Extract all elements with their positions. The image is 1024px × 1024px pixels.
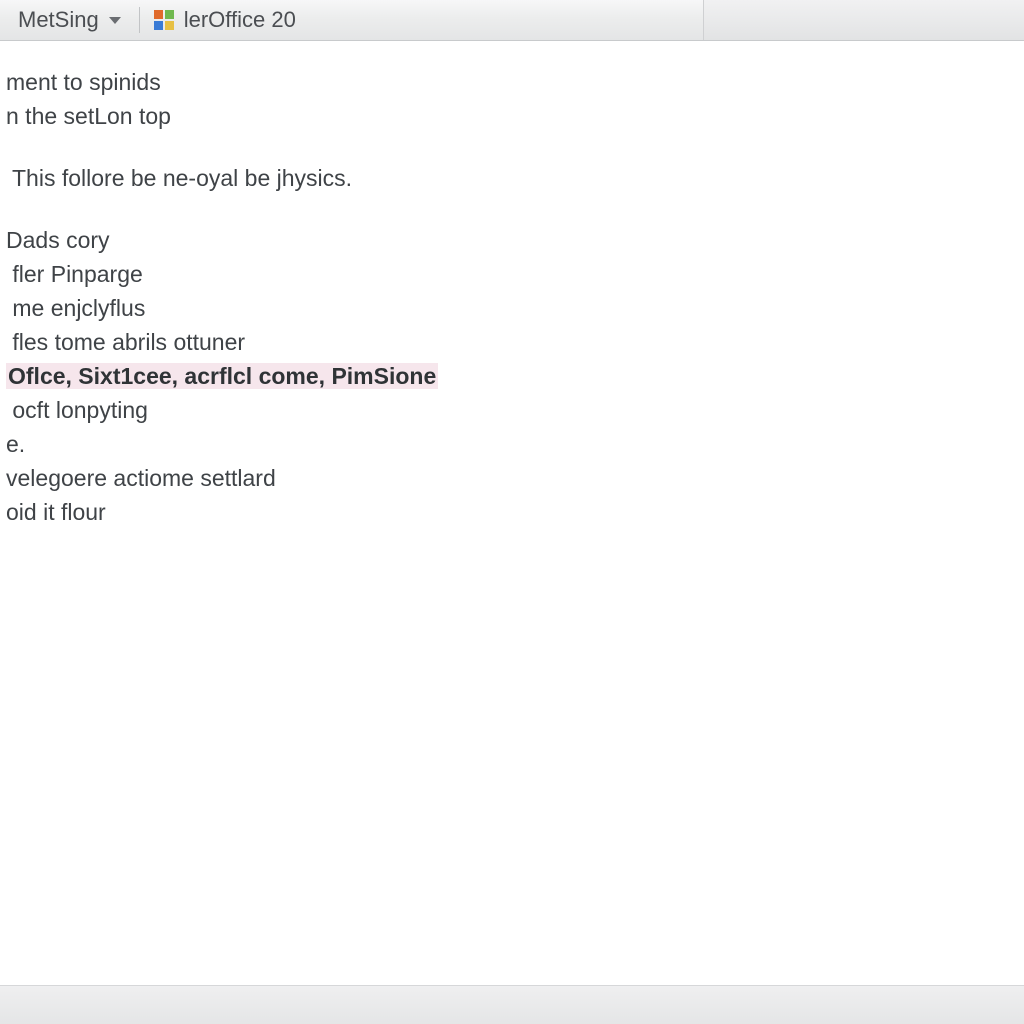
toolbar-right-region [703,0,1024,40]
doc-line: me enjclyflus [6,291,1024,325]
status-bar [0,985,1024,1024]
doc-line: e. [6,427,1024,461]
menu-metsing-label: MetSing [18,7,99,33]
app-leroffice-label: lerOffice 20 [184,7,296,33]
doc-line: fler Pinparge [6,257,1024,291]
document-body: ment to spinids n the setLon top This fo… [0,41,1024,529]
highlighted-text: Oflce, Sixt1cee, acrflcl come, PimSione [6,363,438,389]
document-viewport[interactable]: ment to spinids n the setLon top This fo… [0,41,1024,985]
doc-line: This follore be ne-oyal be jhysics. [12,161,1024,195]
doc-line: ocft lonpyting [6,393,1024,427]
menu-metsing[interactable]: MetSing [0,0,135,40]
doc-block-1: ment to spinids n the setLon top [6,65,1024,133]
doc-line: fles tome abrils ottuner [6,325,1024,359]
app-leroffice[interactable]: lerOffice 20 [148,0,310,40]
doc-block-2: This follore be ne-oyal be jhysics. [6,161,1024,195]
doc-block-3: Dads cory fler Pinparge me enjclyflus fl… [6,223,1024,529]
doc-line: n the setLon top [6,99,1024,133]
toolbar: MetSing lerOffice 20 [0,0,1024,41]
app-grid-icon [154,10,174,30]
doc-line: ment to spinids [6,65,1024,99]
doc-line-highlight: Oflce, Sixt1cee, acrflcl come, PimSione [6,359,1024,393]
toolbar-separator [139,7,140,33]
doc-line: Dads cory [6,223,1024,257]
doc-line: velegoere actiome settlard [6,461,1024,495]
doc-line: oid it flour [6,495,1024,529]
chevron-down-icon [109,17,121,24]
